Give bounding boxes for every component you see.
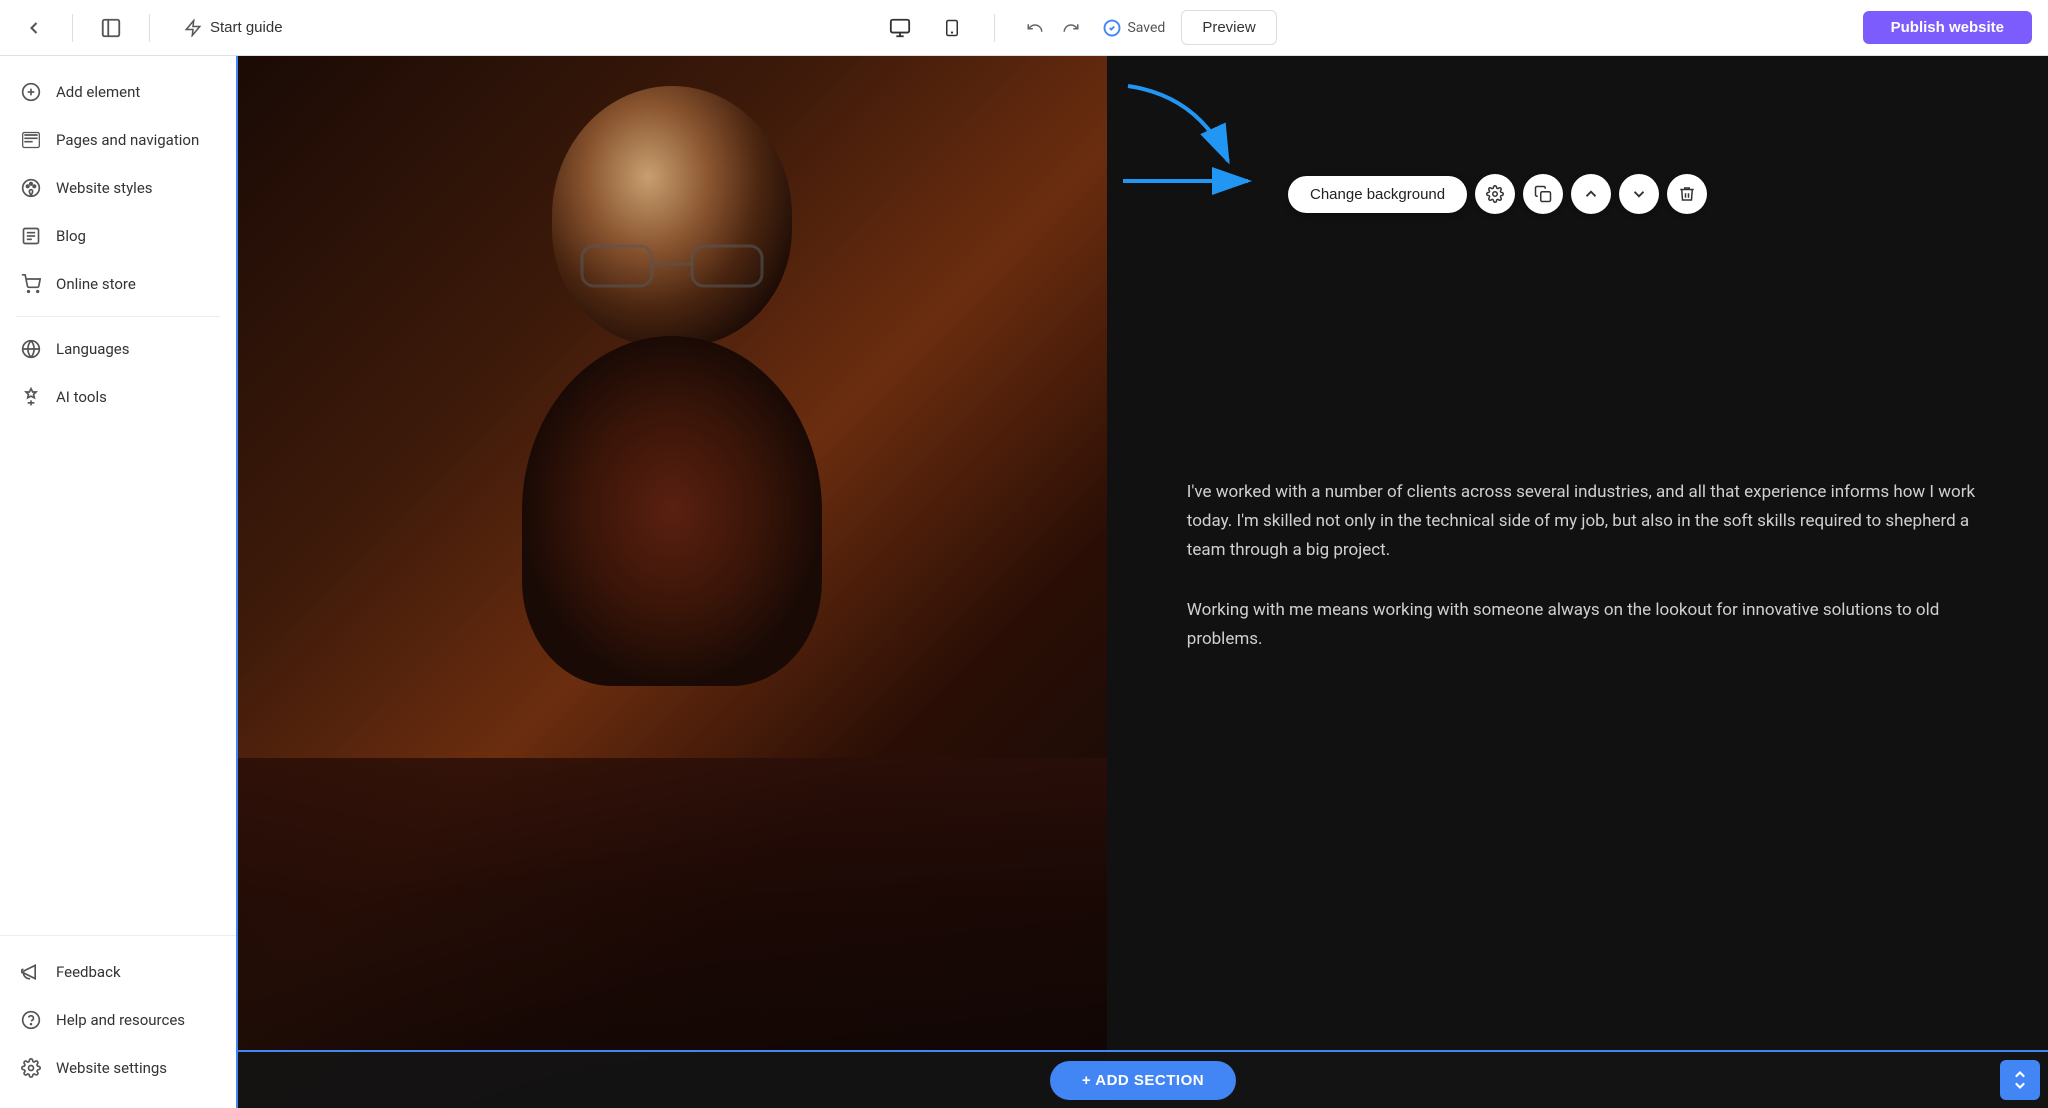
palette-icon [20,177,42,199]
ai-icon [20,386,42,408]
back-button[interactable] [16,10,52,46]
add-section-bar: + ADD SECTION [238,1050,2048,1108]
section-settings-button[interactable] [1475,174,1515,214]
sidebar: Add element Pages and navigation [0,56,238,1108]
section-toolbar: Change background [1288,174,1707,214]
section-move-up-button[interactable] [1571,174,1611,214]
canvas-area: I've worked with a number of clients acr… [238,56,2048,1108]
sidebar-item-languages[interactable]: Languages [0,325,236,373]
paragraph-1: I've worked with a number of clients acr… [1187,478,1988,565]
person-portrait [238,56,1107,1108]
section-copy-button[interactable] [1523,174,1563,214]
sidebar-item-pages-navigation[interactable]: Pages and navigation [0,116,236,164]
question-circle-icon [20,1009,42,1031]
desktop-device-button[interactable] [882,10,918,46]
add-section-button[interactable]: + ADD SECTION [1050,1061,1236,1100]
annotation-arrow-2 [1118,156,1258,206]
sidebar-item-blog[interactable]: Blog [0,212,236,260]
change-background-button[interactable]: Change background [1288,176,1467,213]
sidebar-item-help-resources[interactable]: Help and resources [0,996,236,1044]
redo-button[interactable] [1055,12,1087,44]
sidebar-item-ai-tools[interactable]: AI tools [0,373,236,421]
plus-circle-icon [20,81,42,103]
publish-button[interactable]: Publish website [1863,11,2032,44]
divider3 [994,14,995,42]
main-layout: Add element Pages and navigation [0,56,2048,1108]
website-section[interactable]: I've worked with a number of clients acr… [238,56,2048,1108]
undo-button[interactable] [1019,12,1051,44]
panel-toggle-button[interactable] [93,10,129,46]
scroll-handle[interactable] [2000,1060,2040,1100]
start-guide-button[interactable]: Start guide [170,13,297,43]
gear-icon [20,1057,42,1079]
paragraph-2: Working with me means working with someo… [1187,596,1988,654]
section-image [238,56,1107,1108]
sidebar-item-website-styles[interactable]: Website styles [0,164,236,212]
topbar-center: Saved Preview [297,10,1863,46]
blog-icon [20,225,42,247]
sidebar-bottom: Feedback Help and resources [0,935,236,1108]
megaphone-icon [20,961,42,983]
sidebar-item-feedback[interactable]: Feedback [0,948,236,996]
section-delete-button[interactable] [1667,174,1707,214]
divider2 [149,14,150,42]
sidebar-separator [16,316,220,317]
sidebar-item-online-store[interactable]: Online store [0,260,236,308]
sidebar-item-add-element[interactable]: Add element [0,68,236,116]
sidebar-item-website-settings[interactable]: Website settings [0,1044,236,1092]
undo-redo-group [1019,12,1087,44]
divider [72,14,73,42]
top-bar: Start guide [0,0,2048,56]
sidebar-nav: Add element Pages and navigation [0,56,236,935]
mobile-device-button[interactable] [934,10,970,46]
cart-icon [20,273,42,295]
topbar-left: Start guide [16,10,297,46]
section-move-down-button[interactable] [1619,174,1659,214]
preview-button[interactable]: Preview [1181,10,1276,45]
pages-icon [20,129,42,151]
languages-icon [20,338,42,360]
saved-indicator: Saved [1103,19,1165,37]
topbar-right: Publish website [1863,11,2032,44]
